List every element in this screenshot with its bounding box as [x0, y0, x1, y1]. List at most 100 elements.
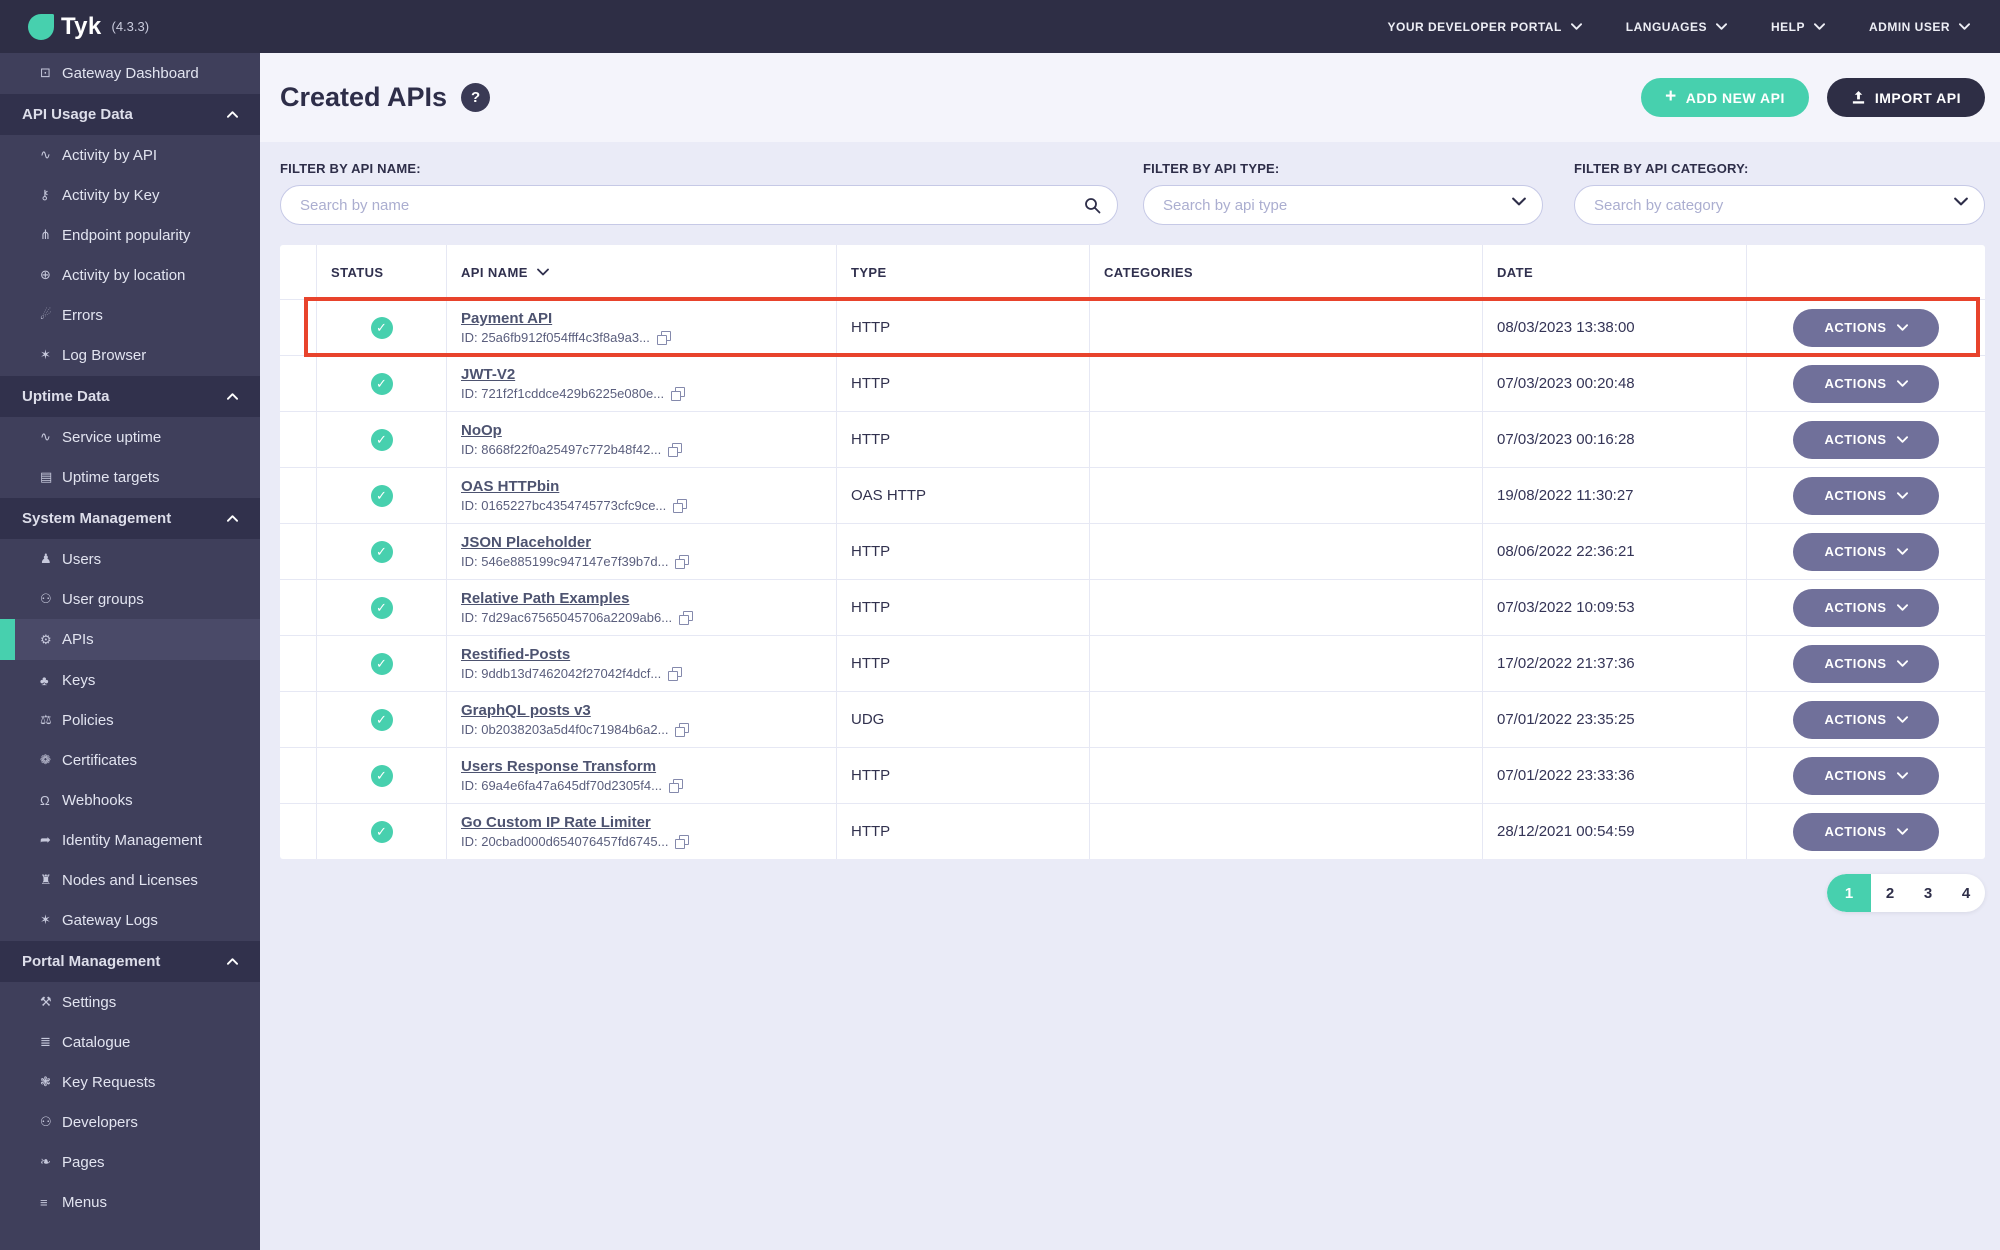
topbar-menu-your-developer-portal[interactable]: YOUR DEVELOPER PORTAL: [1388, 20, 1582, 34]
api-id-text: ID: 546e885199c947147e7f39b7d...: [461, 554, 669, 569]
api-name-link[interactable]: JWT-V2: [461, 366, 515, 383]
chevron-down-icon: [1896, 380, 1908, 387]
actions-button[interactable]: ACTIONS: [1793, 308, 1939, 347]
catalogue-icon: ≣: [40, 1034, 51, 1049]
copy-icon[interactable]: [673, 498, 688, 513]
status-active-icon: ✓: [370, 652, 393, 675]
help-icon[interactable]: ?: [461, 83, 491, 112]
api-name-link[interactable]: Users Response Transform: [461, 758, 656, 775]
topbar-menu-languages[interactable]: LANGUAGES: [1626, 20, 1727, 34]
sidebar-section-api-usage-data[interactable]: API Usage Data: [0, 94, 260, 135]
sidebar-item-identity-management[interactable]: ➦ Identity Management: [0, 820, 260, 860]
sidebar-item-activity-by-key[interactable]: ⚷ Activity by Key: [0, 175, 260, 215]
copy-icon[interactable]: [668, 778, 683, 793]
api-name-link[interactable]: JSON Placeholder: [461, 534, 591, 551]
sidebar-item-keys[interactable]: ♣ Keys: [0, 660, 260, 700]
actions-button[interactable]: ACTIONS: [1793, 476, 1939, 515]
plus-icon: +: [1665, 85, 1677, 107]
filter-api-type-select[interactable]: [1143, 185, 1543, 225]
sidebar-item-apis[interactable]: ⚙ APIs: [0, 619, 260, 660]
api-name-link[interactable]: NoOp: [461, 422, 502, 439]
api-id-text: ID: 69a4e6fa47a645df70d2305f4...: [461, 778, 662, 793]
api-date-cell: 08/03/2023 13:38:00: [1482, 300, 1746, 355]
actions-button[interactable]: ACTIONS: [1793, 644, 1939, 683]
tyk-logo[interactable]: Tyk (4.3.3): [28, 13, 149, 41]
monitor-icon: ⊡: [40, 65, 51, 80]
sidebar-item-uptime-targets[interactable]: ▤ Uptime targets: [0, 457, 260, 497]
sidebar-section-system-management[interactable]: System Management: [0, 498, 260, 539]
sidebar-item-user-groups[interactable]: ⚇ User groups: [0, 579, 260, 619]
sidebar-item-log-browser[interactable]: ✶ Log Browser: [0, 335, 260, 375]
topbar-menu-help[interactable]: HELP: [1771, 20, 1825, 34]
sidebar-item-gateway-dashboard[interactable]: ⊡ Gateway Dashboard: [0, 53, 260, 93]
copy-icon[interactable]: [668, 666, 683, 681]
sidebar-item-catalogue[interactable]: ≣ Catalogue: [0, 1022, 260, 1062]
api-type-cell: UDG: [836, 692, 1089, 747]
copy-icon[interactable]: [675, 722, 690, 737]
actions-button[interactable]: ACTIONS: [1793, 700, 1939, 739]
api-name-link[interactable]: OAS HTTPbin: [461, 478, 559, 495]
sidebar-item-menus[interactable]: ≡ Menus: [0, 1182, 260, 1222]
sidebar-item-policies[interactable]: ⚖ Policies: [0, 700, 260, 740]
status-active-icon: ✓: [370, 484, 393, 507]
table-row: ✓ GraphQL posts v3 ID: 0b2038203a5d4f0c7…: [280, 691, 1985, 747]
import-api-button[interactable]: IMPORT API: [1826, 78, 1985, 117]
chevron-down-icon: [1896, 492, 1908, 499]
chevron-down-icon: [1715, 23, 1727, 30]
brand-name: Tyk: [61, 12, 102, 40]
api-name-link[interactable]: Payment API: [461, 310, 552, 327]
sidebar-item-pages[interactable]: ❧ Pages: [0, 1142, 260, 1182]
sidebar-item-key-requests[interactable]: ❃ Key Requests: [0, 1062, 260, 1102]
actions-button[interactable]: ACTIONS: [1793, 532, 1939, 571]
api-date-cell: 19/08/2022 11:30:27: [1482, 468, 1746, 523]
actions-button[interactable]: ACTIONS: [1793, 588, 1939, 627]
sidebar-item-endpoint-popularity[interactable]: ⋔ Endpoint popularity: [0, 215, 260, 255]
sidebar-item-certificates[interactable]: ❁ Certificates: [0, 740, 260, 780]
api-name-link[interactable]: GraphQL posts v3: [461, 702, 591, 719]
actions-button[interactable]: ACTIONS: [1793, 420, 1939, 459]
actions-button[interactable]: ACTIONS: [1793, 756, 1939, 795]
topbar-menu-admin-user[interactable]: ADMIN USER: [1869, 20, 1970, 34]
sidebar-item-settings[interactable]: ⚒ Settings: [0, 982, 260, 1022]
sidebar-item-developers[interactable]: ⚇ Developers: [0, 1102, 260, 1142]
actions-button[interactable]: ACTIONS: [1793, 364, 1939, 403]
actions-button[interactable]: ACTIONS: [1793, 812, 1939, 851]
api-name-link[interactable]: Relative Path Examples: [461, 590, 629, 607]
pagination-page-3[interactable]: 3: [1909, 874, 1947, 912]
pagination-page-4[interactable]: 4: [1947, 874, 1985, 912]
copy-icon[interactable]: [668, 442, 683, 457]
sidebar-item-activity-by-api[interactable]: ∿ Activity by API: [0, 135, 260, 175]
copy-icon[interactable]: [675, 554, 690, 569]
bug-icon: ✶: [40, 912, 51, 927]
certificate-icon: ❁: [40, 752, 51, 767]
copy-icon[interactable]: [656, 330, 671, 345]
add-new-api-button[interactable]: + ADD NEW API: [1641, 78, 1809, 117]
sidebar-item-nodes-and-licenses[interactable]: ♜ Nodes and Licenses: [0, 860, 260, 900]
sidebar-item-activity-by-location[interactable]: ⊕ Activity by location: [0, 255, 260, 295]
sidebar-item-gateway-logs[interactable]: ✶ Gateway Logs: [0, 900, 260, 940]
apis-table: STATUS API NAME TYPE CATEGORIES DATE ✓ P…: [280, 245, 1985, 859]
sidebar-item-service-uptime[interactable]: ∿ Service uptime: [0, 417, 260, 457]
status-active-icon: ✓: [370, 316, 393, 339]
pagination-page-1[interactable]: 1: [1827, 874, 1871, 912]
pagination-page-2[interactable]: 2: [1871, 874, 1909, 912]
table-row: ✓ NoOp ID: 8668f22f0a25497c772b48f42... …: [280, 411, 1985, 467]
filter-api-name-input[interactable]: [280, 185, 1118, 225]
sidebar: ⊡ Gateway Dashboard API Usage Data ∿ Act…: [0, 53, 260, 1250]
globe-icon: ⊕: [40, 267, 51, 282]
api-date-cell: 08/06/2022 22:36:21: [1482, 524, 1746, 579]
copy-icon[interactable]: [679, 610, 694, 625]
sidebar-item-users[interactable]: ♟ Users: [0, 539, 260, 579]
column-header-api-name[interactable]: API NAME: [446, 245, 836, 299]
sidebar-section-portal-management[interactable]: Portal Management: [0, 941, 260, 982]
api-name-link[interactable]: Go Custom IP Rate Limiter: [461, 814, 651, 831]
chevron-down-icon: [1896, 436, 1908, 443]
copy-icon[interactable]: [671, 386, 686, 401]
filter-api-category-select[interactable]: [1574, 185, 1985, 225]
sidebar-section-uptime-data[interactable]: Uptime Data: [0, 376, 260, 417]
copy-icon[interactable]: [675, 834, 690, 849]
sidebar-item-errors[interactable]: ☄ Errors: [0, 295, 260, 335]
sidebar-item-webhooks[interactable]: Ω Webhooks: [0, 780, 260, 820]
chevron-down-icon: [1813, 23, 1825, 30]
api-name-link[interactable]: Restified-Posts: [461, 646, 570, 663]
